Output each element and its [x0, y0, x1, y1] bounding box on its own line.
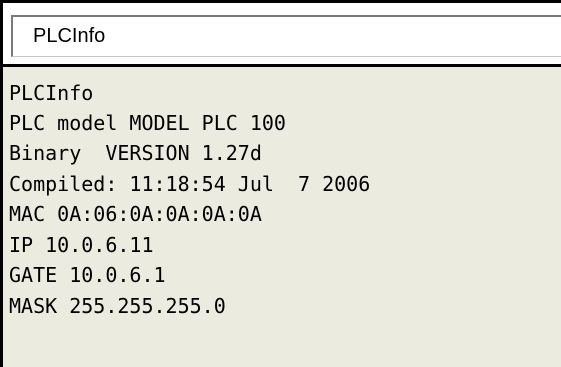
output-line-model: PLC model MODEL PLC 100: [9, 111, 286, 135]
output-console: PLCInfo PLC model MODEL PLC 100 Binary V…: [3, 67, 561, 367]
output-line-gate: GATE 10.0.6.1: [9, 263, 166, 287]
command-bar[interactable]: [11, 15, 561, 57]
output-line-ip: IP 10.0.6.11: [9, 233, 154, 257]
output-line-version: Binary VERSION 1.27d: [9, 141, 262, 165]
output-line-mask: MASK 255.255.255.0: [9, 294, 226, 318]
output-line-compiled: Compiled: 11:18:54 Jul 7 2006: [9, 172, 371, 196]
output-line-mac: MAC 0A:06:0A:0A:0A:0A: [9, 202, 262, 226]
command-input[interactable]: [13, 17, 561, 56]
output-line-title: PLCInfo: [9, 81, 94, 105]
